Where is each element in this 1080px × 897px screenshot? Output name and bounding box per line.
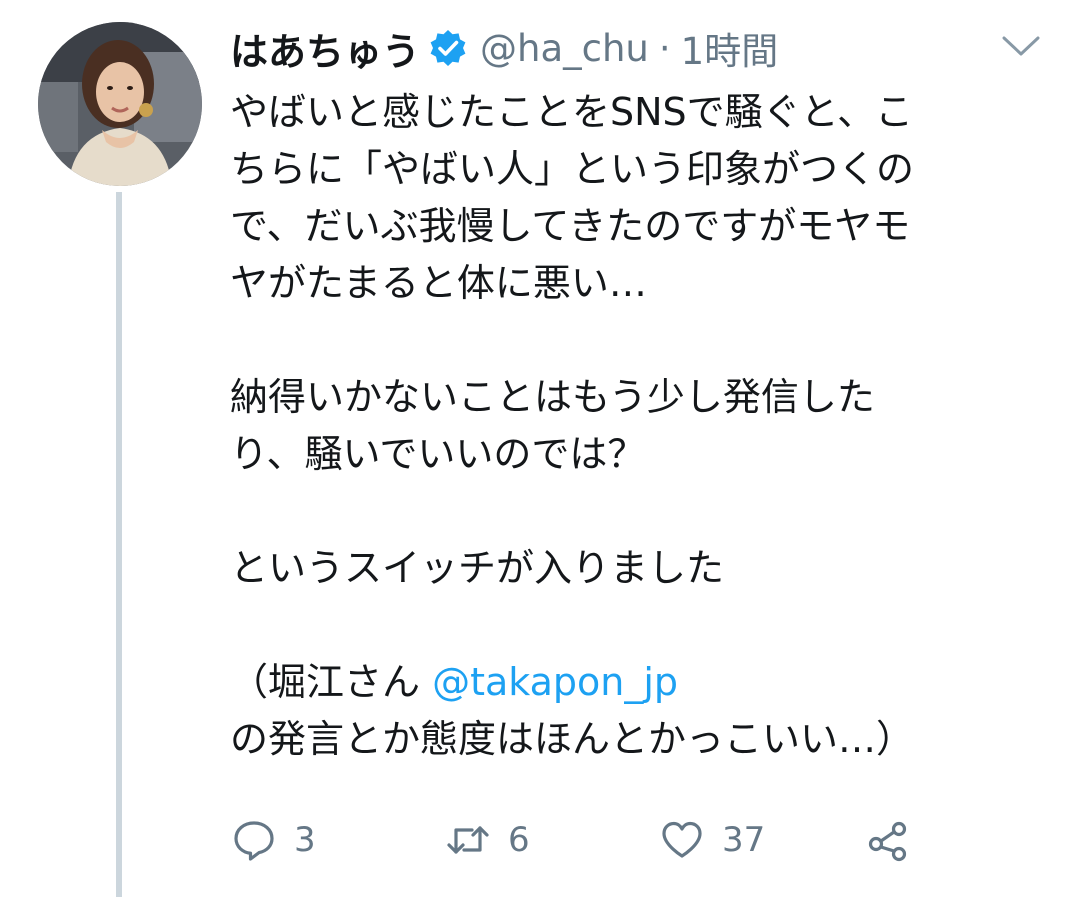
- tweet-text-line: ちらに「やばい人」という印象がつくの: [230, 147, 915, 191]
- reply-icon: [234, 821, 274, 861]
- like-count: 37: [722, 820, 766, 860]
- user-handle[interactable]: @ha_chu: [480, 27, 649, 70]
- retweet-icon: [447, 826, 489, 854]
- tweet-actions-bar: 3 6 37: [0, 810, 1080, 870]
- tweet-text: やばいと感じたことをSNSで騒ぐと、こ ちらに「やばい人」という印象がつくの で…: [230, 84, 1020, 768]
- paragraph-break: [230, 312, 1020, 369]
- share-icon: [868, 821, 907, 862]
- tweet-text-fragment: （堀江さん: [230, 660, 433, 704]
- tweet-text-line-with-mention: （堀江さん @takapon_jp: [230, 654, 1020, 711]
- tweet-text-line: で、だいぶ我慢してきたのですがモヤモ: [230, 204, 911, 248]
- share-button[interactable]: [866, 810, 910, 870]
- avatar[interactable]: [38, 22, 202, 186]
- paragraph-break: [230, 597, 1020, 654]
- like-button[interactable]: 37: [660, 810, 765, 870]
- display-name[interactable]: はあちゅう: [230, 21, 420, 76]
- retweet-button[interactable]: 6: [446, 810, 530, 870]
- avatar-image: [38, 22, 202, 186]
- tweet-text-line: の発言とか態度はほんとかっこいい…）: [230, 717, 915, 761]
- paragraph-break: [230, 483, 1020, 540]
- heart-icon: [662, 821, 702, 858]
- tweet-text-line: 納得いかないことはもう少し発信した: [230, 375, 875, 419]
- tweet-text-line: ヤがたまると体に悪い…: [230, 261, 647, 305]
- tweet-text-line: というスイッチが入りました: [230, 546, 725, 590]
- mention-link[interactable]: @takapon_jp: [432, 660, 678, 704]
- thread-connector-line: [116, 192, 122, 897]
- timestamp[interactable]: 1時間: [681, 21, 779, 75]
- verified-badge-icon: [428, 28, 468, 68]
- tweet-header: はあちゅう @ha_chu · 1時間: [230, 18, 778, 78]
- tweet-text-line: り、騒いでいいのでは？: [230, 432, 646, 476]
- retweet-count: 6: [508, 820, 530, 860]
- separator-dot: ·: [658, 26, 671, 70]
- reply-count: 3: [294, 820, 316, 860]
- reply-button[interactable]: 3: [232, 810, 316, 870]
- chevron-down-icon[interactable]: [1000, 30, 1042, 62]
- tweet-text-line: やばいと感じたことをSNSで騒ぐと、こ: [230, 90, 914, 134]
